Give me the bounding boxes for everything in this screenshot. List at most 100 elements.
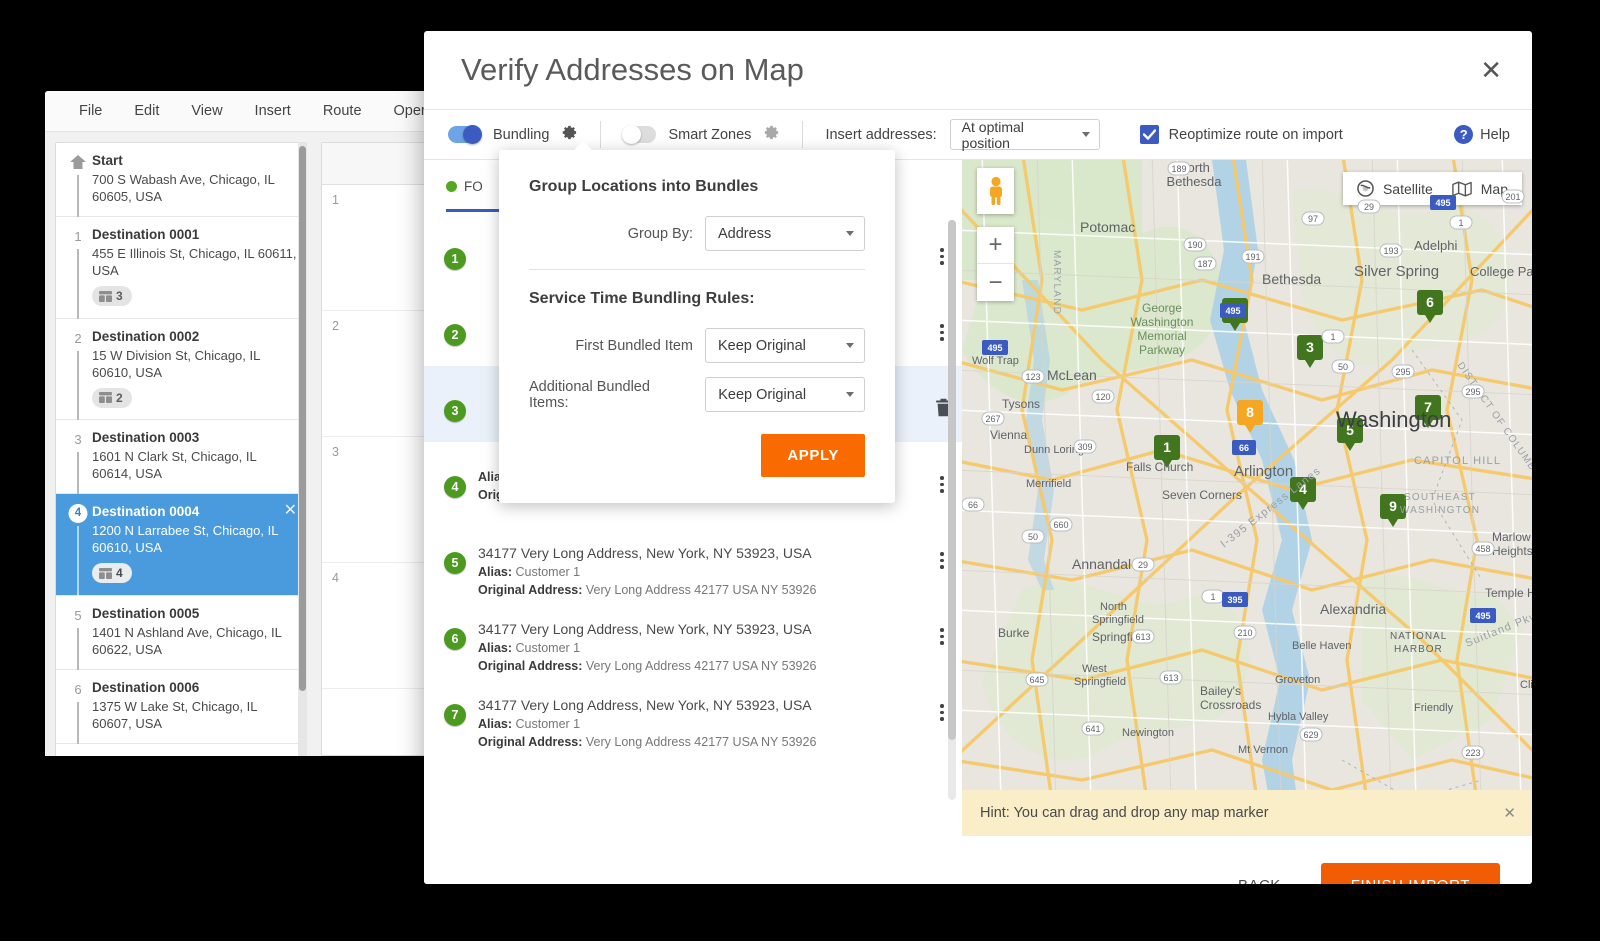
list-item[interactable]: 6 Destination 0006 1375 W Lake St, Chica… bbox=[56, 670, 306, 744]
map-marker[interactable]: 6 bbox=[1417, 290, 1443, 323]
menu-item-file[interactable]: File bbox=[63, 99, 118, 123]
chevron-down-icon bbox=[846, 343, 854, 348]
list-item[interactable]: Start 700 S Wabash Ave, Chicago, IL 6060… bbox=[56, 143, 306, 217]
map-view[interactable]: + − Satellite Map 1 2 3 4 5 6 7 8 9 Nort… bbox=[962, 160, 1532, 836]
alias-label: Alias: bbox=[478, 641, 513, 655]
box-icon bbox=[99, 392, 112, 403]
destination-title: Destination 0002 bbox=[92, 328, 200, 344]
map-marker[interactable]: 7 bbox=[1415, 395, 1441, 428]
map-marker[interactable]: 1 bbox=[1154, 435, 1180, 468]
destination-address: 1401 N Ashland Ave, Chicago, IL 60622, U… bbox=[92, 624, 282, 657]
alias-label: Alias: bbox=[478, 717, 513, 731]
row-index-label: 7 bbox=[74, 756, 81, 757]
list-item[interactable]: 3 Destination 0003 1601 N Clark St, Chic… bbox=[56, 420, 306, 494]
map-marker[interactable]: 5 bbox=[1337, 418, 1363, 451]
back-button[interactable]: BACK bbox=[1220, 867, 1299, 885]
original-address-value: Very Long Address 42177 USA NY 53926 bbox=[585, 735, 817, 749]
list-item[interactable]: 5 Destination 0005 1401 N Ashland Ave, C… bbox=[56, 596, 306, 670]
help-button[interactable]: ? Help bbox=[1454, 125, 1510, 144]
map-marker-label: 9 bbox=[1380, 494, 1406, 519]
chevron-down-icon bbox=[846, 231, 854, 236]
map-type-controls[interactable]: Satellite Map bbox=[1342, 172, 1522, 205]
row-index: 2 bbox=[64, 329, 92, 420]
screen: File Edit View Insert Route Operations N… bbox=[0, 0, 1600, 941]
insert-position-select[interactable]: At optimal position bbox=[949, 118, 1100, 151]
alias-label: Alias: bbox=[478, 565, 513, 579]
reoptimize-checkbox[interactable] bbox=[1139, 125, 1159, 144]
smart-zones-toggle[interactable] bbox=[622, 125, 657, 144]
toolbar-divider bbox=[600, 121, 602, 148]
additional-bundled-items-select[interactable]: Keep Original bbox=[705, 377, 865, 412]
destination-title: Destination 0003 bbox=[92, 430, 200, 445]
address-text: 34177 Very Long Address, New York, NY 53… bbox=[478, 545, 812, 561]
help-label: Help bbox=[1480, 126, 1510, 143]
map-hint-bar: Hint: You can drag and drop any map mark… bbox=[962, 790, 1532, 836]
tab-label: FO bbox=[464, 178, 483, 194]
bundling-settings-popup: Group Locations into Bundles Group By: A… bbox=[499, 141, 895, 503]
close-icon[interactable]: ✕ bbox=[1480, 57, 1502, 83]
tab-found[interactable]: FO bbox=[446, 179, 483, 194]
bundle-count-badge: 3 bbox=[92, 286, 132, 306]
map-marker-label: 4 bbox=[1290, 477, 1316, 502]
page-title: Verify Addresses on Map bbox=[461, 52, 804, 87]
remove-destination-icon[interactable]: ✕ bbox=[284, 503, 297, 519]
insert-position-value: At optimal position bbox=[961, 118, 1024, 151]
destination-title: Destination 0007 bbox=[92, 754, 298, 757]
destination-title: Destination 0004 bbox=[92, 504, 200, 519]
bundling-toggle[interactable] bbox=[448, 125, 482, 144]
list-item[interactable]: 2 Destination 0002 15 W Division St, Chi… bbox=[56, 319, 306, 420]
zoom-controls[interactable]: + − bbox=[977, 227, 1014, 301]
first-bundled-item-select[interactable]: Keep Original bbox=[705, 328, 865, 363]
destination-list-scrollbar[interactable] bbox=[298, 142, 307, 756]
row-number: 1 bbox=[332, 193, 339, 207]
reoptimize-label: Reoptimize route on import bbox=[1168, 126, 1343, 143]
popup-heading: Group Locations into Bundles bbox=[529, 178, 759, 195]
row-index: 6 bbox=[64, 680, 92, 744]
menu-item-edit[interactable]: Edit bbox=[118, 99, 175, 123]
map-marker-label: 3 bbox=[1297, 335, 1323, 360]
row-index-label: 4 bbox=[74, 506, 81, 521]
list-item[interactable]: 1 Destination 0001 455 E Illinois St, Ch… bbox=[56, 217, 306, 319]
modal-header: Verify Addresses on Map ✕ bbox=[424, 31, 1532, 110]
hint-close-icon[interactable]: ✕ bbox=[1503, 804, 1516, 822]
list-item[interactable]: 7 Destination 0007 800 W Randolph St, Ch… bbox=[56, 744, 306, 757]
bundling-label: Bundling bbox=[493, 126, 550, 143]
destination-address: 700 S Wabash Ave, Chicago, IL 60605, USA bbox=[92, 172, 275, 204]
row-number: 3 bbox=[332, 445, 339, 459]
map-marker[interactable]: 4 bbox=[1290, 477, 1316, 510]
address-list-scrollbar[interactable] bbox=[948, 220, 956, 800]
row-index-label: 6 bbox=[74, 681, 82, 697]
menu-item-insert[interactable]: Insert bbox=[239, 99, 307, 123]
box-icon bbox=[99, 290, 112, 302]
zoom-in-button[interactable]: + bbox=[977, 227, 1014, 264]
list-item[interactable]: 5 34177 Very Long Address, New York, NY … bbox=[424, 518, 962, 597]
menu-item-view[interactable]: View bbox=[175, 99, 238, 123]
zoom-out-button[interactable]: − bbox=[977, 264, 1014, 301]
smart-zones-gear-icon[interactable] bbox=[761, 123, 780, 147]
menu-item-route[interactable]: Route bbox=[307, 99, 378, 123]
alias-value: Customer 1 bbox=[515, 565, 581, 579]
bundle-count: 4 bbox=[116, 566, 123, 580]
row-index bbox=[64, 153, 92, 217]
pegman-icon[interactable] bbox=[977, 168, 1014, 214]
map-marker-label: 2 bbox=[1222, 298, 1248, 323]
map-label: Map bbox=[1480, 180, 1508, 197]
list-item[interactable]: 6 34177 Very Long Address, New York, NY … bbox=[424, 594, 962, 673]
box-icon bbox=[99, 567, 112, 579]
marker-badge: 1 bbox=[444, 248, 466, 270]
group-by-select[interactable]: Address bbox=[705, 216, 865, 251]
finish-import-button[interactable]: FINISH IMPORT bbox=[1320, 862, 1500, 884]
row-index: 7 bbox=[64, 754, 92, 757]
map-marker[interactable]: 2 bbox=[1222, 298, 1248, 331]
destination-title: Destination 0001 bbox=[92, 227, 200, 242]
map-marker[interactable]: 3 bbox=[1297, 335, 1323, 368]
map-marker[interactable]: 9 bbox=[1380, 494, 1406, 527]
first-bundled-item-value: Keep Original bbox=[718, 337, 806, 354]
address-text: 34177 Very Long Address, New York, NY 53… bbox=[478, 697, 812, 713]
list-item-selected[interactable]: 4 Destination 0004 1200 N Larrabee St, C… bbox=[56, 494, 306, 596]
map-marker-active[interactable]: 8 bbox=[1237, 400, 1263, 433]
verify-addresses-modal: Verify Addresses on Map ✕ Bundling Smart… bbox=[424, 31, 1532, 884]
list-item[interactable]: 7 34177 Very Long Address, New York, NY … bbox=[424, 670, 962, 749]
alias-value: Customer 1 bbox=[515, 717, 581, 731]
apply-button[interactable]: APPLY bbox=[761, 434, 865, 477]
